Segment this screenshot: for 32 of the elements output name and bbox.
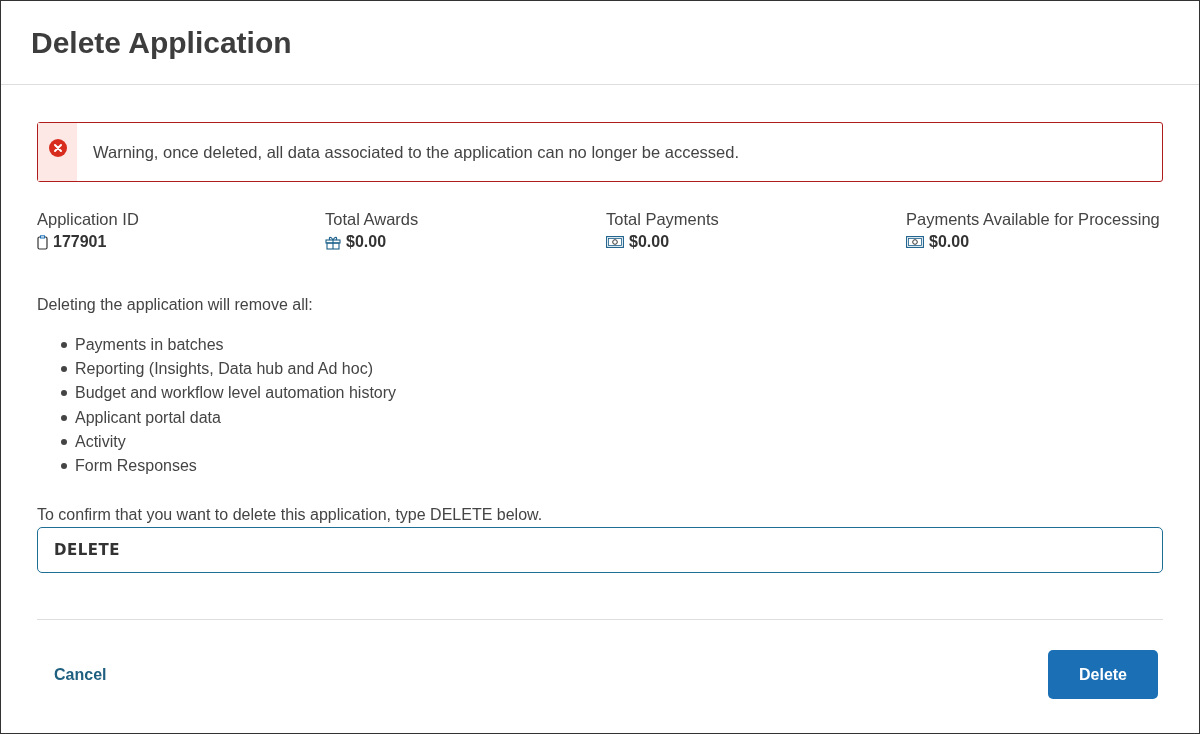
bullet-icon: [61, 390, 67, 397]
bullet-icon: [61, 438, 67, 445]
stat-value: $0.00: [629, 233, 670, 251]
bullet-icon: [61, 463, 67, 470]
error-icon: [48, 139, 67, 157]
removal-item: Reporting (Insights, Data hub and Ad hoc): [75, 360, 373, 379]
stat-value: $0.00: [929, 233, 970, 251]
removal-item: Budget and workflow level automation history: [75, 384, 397, 403]
banknote-icon: [906, 236, 924, 248]
confirm-input[interactable]: DELETE: [37, 527, 1163, 574]
removal-item: Activity: [75, 432, 126, 451]
stat-label: Total Payments: [606, 210, 720, 229]
intro-text: Deleting the application will remove all:: [37, 296, 314, 314]
bullet-icon: [61, 342, 67, 349]
removal-item: Payments in batches: [75, 336, 224, 355]
cancel-button[interactable]: Cancel: [37, 657, 124, 692]
stat-value: 177901: [53, 233, 107, 251]
stat-value: $0.00: [346, 233, 387, 251]
bullet-icon: [61, 366, 67, 373]
removal-item: Applicant portal data: [75, 408, 221, 427]
delete-button[interactable]: Delete: [1048, 650, 1158, 700]
clipboard-icon: [37, 234, 48, 250]
stat-label: Total Awards: [325, 210, 420, 229]
dialog-title: Delete Application: [31, 25, 292, 60]
bullet-icon: [61, 414, 67, 421]
stat-label: Payments Available for Processing: [906, 210, 1161, 229]
confirm-instruction: To confirm that you want to delete this application, type DELETE below.: [37, 506, 544, 525]
stat-label: Application ID: [37, 210, 140, 229]
removal-item: Form Responses: [75, 457, 197, 476]
gift-icon: [325, 234, 341, 250]
warning-message: Warning, once deleted, all data associated to the application can no longer be accessed.: [93, 142, 740, 162]
banknote-icon: [606, 236, 624, 248]
